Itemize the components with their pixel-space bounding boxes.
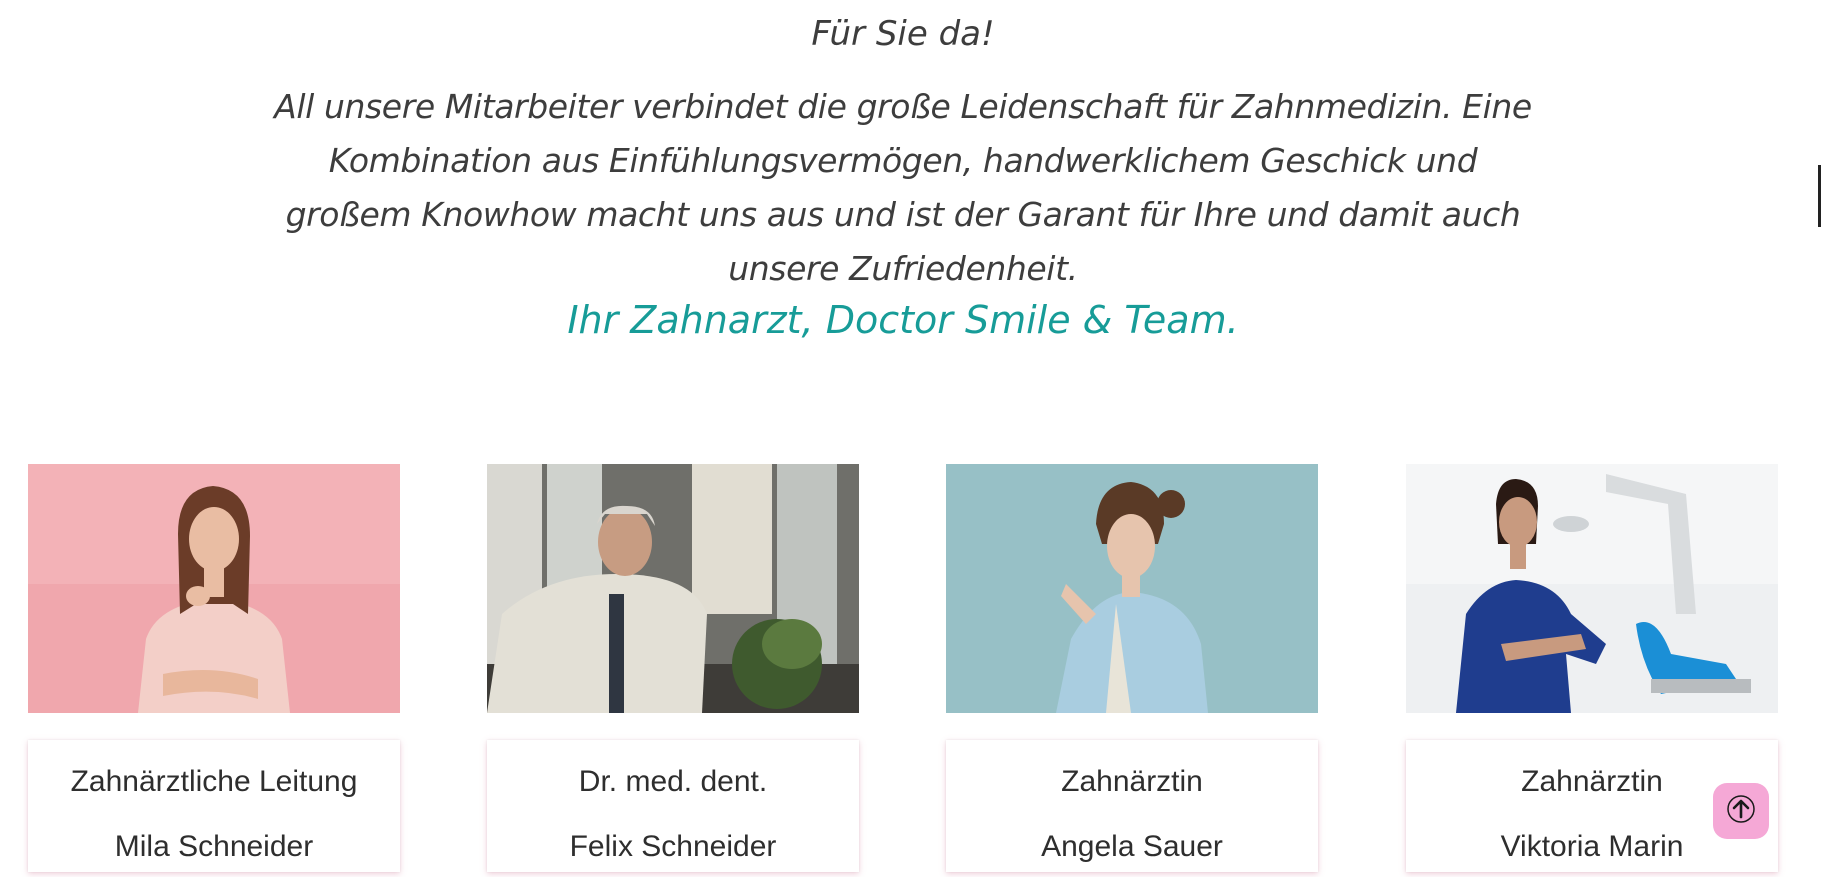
team-name: Felix Schneider [569, 830, 777, 863]
team-photo [946, 464, 1318, 713]
team-role: Zahnärztin [1061, 765, 1203, 798]
arrow-up-icon [1726, 794, 1756, 828]
team-info: Zahnärztliche Leitung Mila Schneider [28, 740, 400, 872]
team-name: Angela Sauer [1041, 830, 1223, 863]
team-description: All unsere Mitarbeiter verbindet die gro… [274, 87, 1532, 288]
team-photo [487, 464, 859, 713]
scroll-to-top-button[interactable] [1713, 783, 1769, 839]
team-info: Dr. med. dent. Felix Schneider [487, 740, 859, 872]
team-name: Mila Schneider [114, 830, 314, 863]
team-photo [1406, 464, 1778, 713]
team-role: Zahnärztliche Leitung [70, 765, 358, 798]
team-signature: Ihr Zahnarzt, Doctor Smile & Team. [567, 298, 1239, 342]
team-photo [28, 464, 400, 713]
team-grid: Zahnärztliche Leitung Mila Schneider Dr.… [28, 464, 1778, 877]
team-role: Dr. med. dent. [578, 765, 768, 798]
team-info: Zahnärztin Angela Sauer [946, 740, 1318, 872]
section-greeting: Für Sie da! [811, 14, 995, 54]
